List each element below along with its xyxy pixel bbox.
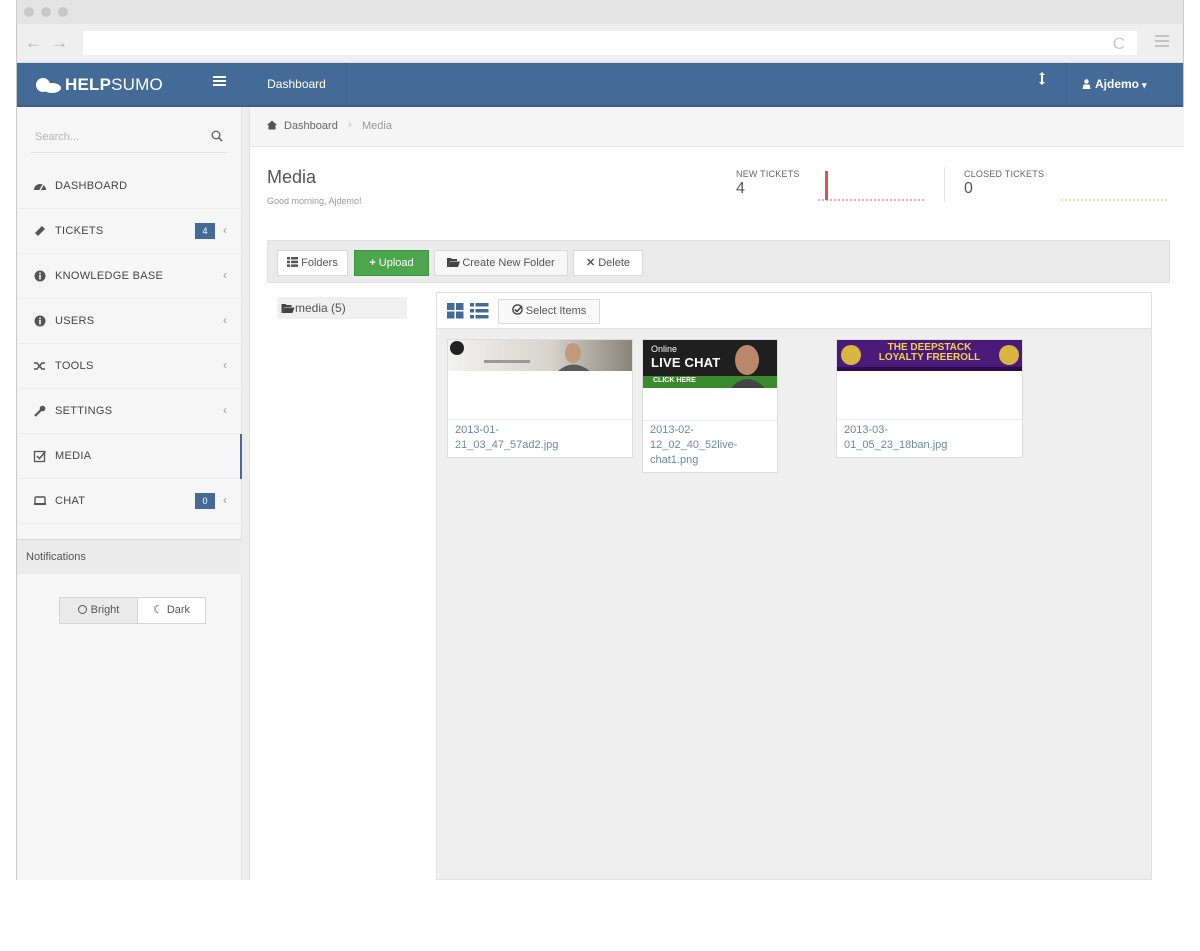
close-icon: ✕ <box>585 257 596 269</box>
theme-dark-button[interactable]: ☾ Dark <box>138 598 205 623</box>
media-icon <box>33 450 47 463</box>
reload-icon[interactable]: C <box>1113 34 1125 54</box>
ticket-icon <box>35 226 45 236</box>
sidebar-item-tickets[interactable]: TICKETS 4 ‹ <box>17 209 242 254</box>
cloud-logo-icon <box>36 78 61 93</box>
breadcrumb-separator: › <box>348 119 352 131</box>
media-thumbnail[interactable]: THE DEEPSTACK LOYALTY FREEROLL 2013-03- … <box>836 339 1023 458</box>
forward-arrow-icon[interactable]: → <box>51 33 68 53</box>
sidebar-item-chat[interactable]: CHAT 0 ‹ <box>17 479 242 524</box>
browser-window: ← → C HELPSUMO Dashboard Ajdemo ▾ Search… <box>16 0 1184 880</box>
window-close-dot[interactable] <box>24 7 34 17</box>
users-icon <box>34 315 46 327</box>
thumbnail-filename: 2013-02- 12_02_40_52live- chat1.png <box>650 424 738 466</box>
app-header: HELPSUMO Dashboard Ajdemo ▾ <box>17 63 1183 107</box>
grid-view-icon[interactable] <box>447 303 464 319</box>
sidebar-nav: DASHBOARD TICKETS 4 ‹ KNOWLEDGE BASE ‹ U… <box>17 164 243 524</box>
chat-count-badge: 0 <box>195 493 215 509</box>
select-items-button[interactable]: Select Items <box>498 299 600 324</box>
thumbnail-filename: 2013-03- 01_05_23_18ban.jpg <box>844 424 948 451</box>
user-icon <box>1082 79 1091 89</box>
brand[interactable]: HELPSUMO <box>17 63 248 105</box>
chevron-left-icon: ‹ <box>223 313 227 327</box>
folder-open-icon <box>281 304 295 313</box>
breadcrumb-dashboard[interactable]: Dashboard <box>284 120 338 132</box>
tickets-count-badge: 4 <box>195 223 215 239</box>
sidebar-item-knowledge-base[interactable]: KNOWLEDGE BASE ‹ <box>17 254 242 299</box>
folders-button[interactable]: Folders <box>277 250 348 276</box>
thumbnail-image: Online LIVE CHAT CLICK HERE <box>643 340 777 388</box>
theme-bright-button[interactable]: Bright <box>60 598 138 623</box>
page-title: Media <box>267 167 317 187</box>
browser-toolbar: ← → C <box>17 24 1183 63</box>
wrench-icon <box>34 405 46 417</box>
sidebar-toggle-icon[interactable] <box>213 76 226 88</box>
main-content: Dashboard › Media Media Good morning, Aj… <box>250 107 1184 880</box>
delete-button[interactable]: ✕ Delete <box>573 250 643 276</box>
sidebar-item-tools[interactable]: TOOLS ‹ <box>17 344 242 389</box>
breadcrumb: Dashboard › Media <box>250 107 1184 147</box>
theme-toggle: Bright ☾ Dark <box>59 597 206 624</box>
user-name: Ajdemo <box>1095 77 1140 91</box>
check-circle-icon <box>511 304 523 315</box>
sidebar-item-media[interactable]: MEDIA <box>17 434 243 479</box>
stat-divider <box>944 167 945 202</box>
stat-closed-tickets: CLOSED TICKETS 0 <box>964 169 1045 197</box>
thumbnail-image: THE DEEPSTACK LOYALTY FREEROLL <box>837 340 1022 371</box>
upload-button[interactable]: + Upload <box>354 250 429 276</box>
header-nav-dashboard[interactable]: Dashboard <box>248 63 346 105</box>
chat-icon <box>34 496 46 505</box>
closed-tickets-sparkline <box>1061 199 1169 201</box>
home-icon[interactable] <box>267 120 277 130</box>
user-menu[interactable]: Ajdemo ▾ <box>1065 63 1185 105</box>
breadcrumb-current: Media <box>362 120 392 132</box>
folder-name: media (5) <box>295 301 346 315</box>
folder-item-media[interactable]: media (5) <box>277 297 407 319</box>
notifications-header[interactable]: Notifications <box>17 539 242 574</box>
shuffle-icon <box>34 362 45 370</box>
dashboard-icon <box>34 184 46 191</box>
sidebar-item-users[interactable]: USERS ‹ <box>17 299 242 344</box>
list-icon <box>287 257 299 267</box>
sidebar-search <box>31 123 227 153</box>
sidebar-item-settings[interactable]: SETTINGS ‹ <box>17 389 242 434</box>
window-titlebar <box>17 0 1183 24</box>
chevron-left-icon: ‹ <box>223 403 227 417</box>
brand-name: HELPSUMO <box>65 75 163 94</box>
address-bar[interactable]: C <box>83 31 1137 55</box>
media-gallery: Select Items 2013-01- 21_03_47_57ad2.jpg… <box>436 292 1152 880</box>
caret-down-icon: ▾ <box>1142 80 1147 90</box>
moon-icon: ☾ <box>152 604 163 616</box>
new-tickets-sparkline <box>818 171 926 201</box>
sidebar-resize-handle[interactable] <box>242 107 250 880</box>
list-view-icon[interactable] <box>470 303 489 319</box>
gallery-toolbar: Select Items <box>437 293 1151 329</box>
plus-icon: + <box>369 257 376 269</box>
media-toolbar: Folders + Upload Create New Folder ✕ Delet… <box>267 240 1170 283</box>
folder-open-icon <box>447 258 461 267</box>
search-input[interactable] <box>35 127 195 147</box>
resize-icon[interactable] <box>1039 72 1045 85</box>
window-maximize-dot[interactable] <box>58 7 68 17</box>
stat-new-tickets: NEW TICKETS 4 <box>736 169 800 197</box>
chevron-left-icon: ‹ <box>223 358 227 372</box>
thumbnail-image <box>448 340 632 371</box>
back-arrow-icon[interactable]: ← <box>25 33 42 53</box>
media-thumbnail[interactable]: Online LIVE CHAT CLICK HERE 2013-02- 12_… <box>642 339 778 473</box>
search-icon[interactable] <box>211 130 223 142</box>
thumbnail-filename: 2013-01- 21_03_47_57ad2.jpg <box>455 424 559 451</box>
circle-icon <box>77 605 87 614</box>
page-subtitle: Good morning, Ajdemo! <box>267 196 362 206</box>
media-thumbnail[interactable]: 2013-01- 21_03_47_57ad2.jpg <box>447 339 633 458</box>
window-minimize-dot[interactable] <box>41 7 51 17</box>
chevron-left-icon: ‹ <box>223 223 227 237</box>
chevron-left-icon: ‹ <box>223 493 227 507</box>
info-icon <box>34 270 46 282</box>
create-folder-button[interactable]: Create New Folder <box>434 250 568 276</box>
browser-menu-icon[interactable] <box>1155 35 1169 47</box>
sidebar: DASHBOARD TICKETS 4 ‹ KNOWLEDGE BASE ‹ U… <box>17 107 243 880</box>
chevron-left-icon: ‹ <box>223 268 227 282</box>
sidebar-item-dashboard[interactable]: DASHBOARD <box>17 164 242 209</box>
